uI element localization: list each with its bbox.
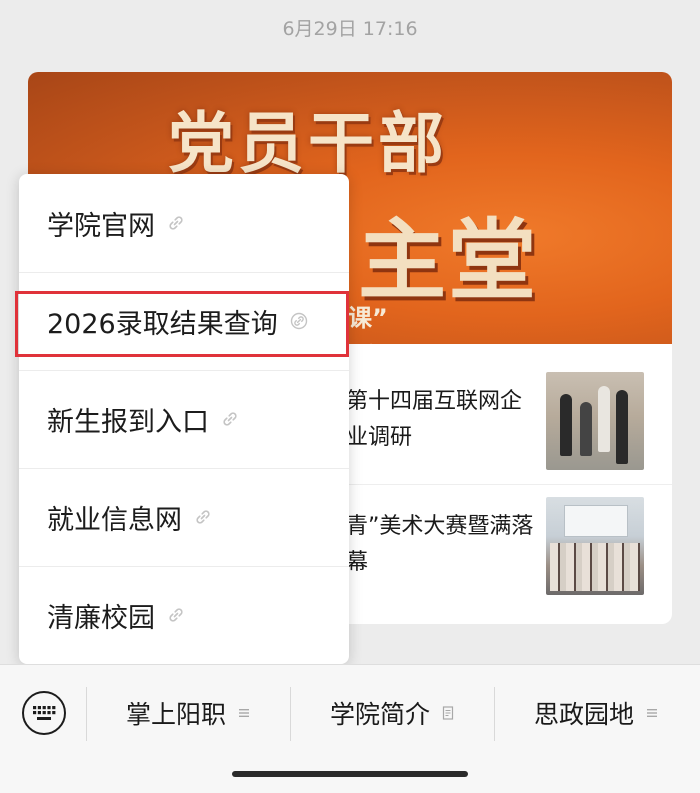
menu-item-freshman-registration[interactable]: 新生报到入口: [19, 370, 349, 468]
menu-lines-icon: [239, 709, 249, 717]
link-icon: [290, 312, 307, 330]
banner-subtitle: 主堂课”: [358, 208, 539, 344]
bottom-menu-college-intro[interactable]: 学院简介: [292, 691, 492, 735]
menu-item-clean-campus[interactable]: 清廉校园: [19, 566, 349, 664]
menu-item-label: 就业信息网: [47, 504, 182, 536]
news-thumbnail-image: [546, 372, 644, 470]
menu-item-college-website[interactable]: 学院官网: [19, 174, 349, 272]
bottom-menu-label: 学院简介: [329, 700, 430, 729]
article-icon: [442, 706, 454, 720]
menu-lines-icon: [647, 709, 657, 717]
message-timestamp: 6月29日 17:16: [282, 18, 418, 40]
menu-item-admission-query[interactable]: 2026录取结果查询: [19, 272, 349, 370]
menu-item-employment-info[interactable]: 就业信息网: [19, 468, 349, 566]
bottom-menu-ideology-garden[interactable]: 思政园地: [496, 691, 696, 735]
bottom-menu-label: 思政园地: [533, 700, 634, 729]
link-icon: [169, 216, 183, 230]
menu-item-label: 清廉校园: [47, 602, 155, 634]
menu-item-label: 学院官网: [47, 210, 155, 242]
link-icon: [169, 608, 183, 622]
news-title: 第十四届互联网企业调研: [346, 389, 523, 450]
banner-title: 党员干部: [168, 104, 448, 182]
menu-separator: [494, 687, 495, 741]
menu-item-label: 新生报到入口: [47, 406, 209, 438]
menu-item-label: 2026录取结果查询: [47, 308, 278, 340]
link-icon: [196, 510, 210, 524]
official-account-menu-bar: 掌上阳职 学院简介 思政园地: [0, 664, 700, 793]
menu-separator: [86, 687, 87, 741]
keyboard-icon[interactable]: [22, 691, 66, 735]
menu-separator: [290, 687, 291, 741]
bottom-menu-label: 掌上阳职: [125, 700, 226, 729]
link-icon: [223, 412, 237, 426]
popup-menu: 学院官网 2026录取结果查询 新生报到入口 就业信息网 清廉校园: [19, 174, 349, 664]
news-title: 青”美术大赛暨满落幕: [346, 514, 534, 575]
home-indicator[interactable]: [232, 771, 468, 777]
banner-tail-text: 课”: [348, 304, 388, 332]
bottom-menu-mobile-portal[interactable]: 掌上阳职: [88, 691, 288, 735]
news-thumbnail-image: [546, 497, 644, 595]
